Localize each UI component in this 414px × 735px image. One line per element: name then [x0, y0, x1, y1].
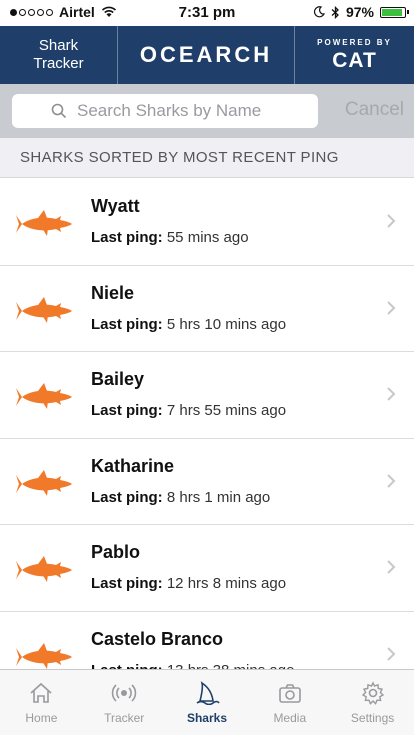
tab-settings[interactable]: Settings: [331, 670, 414, 735]
shark-name: Katharine: [91, 455, 175, 476]
last-ping-value: 55 mins ago: [166, 229, 249, 246]
last-ping-value: 8 hrs 1 min ago: [166, 488, 271, 506]
search-field[interactable]: [12, 94, 318, 128]
shark-icon: [16, 642, 72, 669]
shark-row[interactable]: Bailey Last ping: 7 hrs 55 mins ago: [0, 352, 414, 439]
shark-row[interactable]: Castelo Branco Last ping: 13 hrs 38 mins…: [0, 612, 414, 670]
shark-icon: [16, 383, 72, 409]
search-bar: Cancel: [0, 84, 414, 138]
app-header: Shark Tracker OCEARCH POWERED BY CAT: [0, 26, 414, 84]
chevron-right-icon: [387, 300, 396, 315]
chevron-right-icon: [387, 214, 396, 228]
last-ping: Last ping: 55 mins ago: [91, 229, 249, 246]
battery-percent: 97%: [345, 4, 374, 20]
shark-name: Bailey: [91, 369, 145, 389]
battery-icon: [380, 6, 409, 18]
last-ping-label: Last ping:: [91, 315, 163, 333]
tab-media[interactable]: Media: [248, 670, 331, 735]
shark-row[interactable]: Wyatt Last ping: 55 mins ago: [0, 179, 414, 266]
app-title-line1: Shark: [38, 37, 79, 54]
chevron-right-icon: [387, 646, 396, 661]
chevron-right-icon: [387, 473, 396, 488]
search-icon: [51, 103, 67, 119]
tab-label: Settings: [350, 710, 395, 725]
shark-list[interactable]: Wyatt Last ping: 55 mins ago Niele Last …: [0, 179, 414, 669]
shark-row[interactable]: Pablo Last ping: 12 hrs 8 mins ago: [0, 525, 414, 612]
last-ping-label: Last ping:: [91, 229, 163, 246]
camera-icon: [278, 683, 301, 703]
home-icon: [30, 682, 52, 703]
tab-sharks[interactable]: Sharks: [166, 670, 249, 735]
last-ping: Last ping: 13 hrs 38 mins ago: [91, 662, 294, 670]
tab-label: Home: [25, 710, 58, 725]
tab-label: Tracker: [104, 710, 145, 725]
last-ping: Last ping: 8 hrs 1 min ago: [91, 489, 270, 506]
app-title: Shark Tracker: [0, 26, 118, 84]
tab-label: Media: [273, 710, 307, 725]
status-bar: Airtel 7:31 pm 97%: [0, 0, 414, 26]
last-ping-label: Last ping:: [91, 402, 163, 419]
cancel-button[interactable]: Cancel: [345, 99, 404, 121]
app-title-line2: Tracker: [33, 55, 84, 72]
last-ping-value: 7 hrs 55 mins ago: [166, 402, 287, 419]
last-ping: Last ping: 12 hrs 8 mins ago: [91, 575, 286, 592]
shark-icon: [16, 210, 72, 236]
search-input[interactable]: [75, 100, 279, 122]
shark-name: Wyatt: [91, 196, 140, 216]
chevron-right-icon: [387, 560, 396, 574]
shark-fin-icon: [196, 680, 220, 705]
sponsor-logo: POWERED BY CAT: [294, 26, 414, 84]
last-ping-label: Last ping:: [91, 575, 163, 592]
shark-row[interactable]: Niele Last ping: 5 hrs 10 mins ago: [0, 266, 414, 352]
last-ping-value: 5 hrs 10 mins ago: [166, 315, 287, 333]
shark-name: Castelo Branco: [91, 628, 224, 649]
last-ping: Last ping: 7 hrs 55 mins ago: [91, 402, 286, 419]
tab-bar: Home Tracker Sharks Media Settings: [0, 669, 414, 735]
last-ping: Last ping: 5 hrs 10 mins ago: [91, 316, 286, 333]
last-ping-value: 12 hrs 8 mins ago: [166, 575, 287, 592]
tab-home[interactable]: Home: [0, 670, 83, 735]
tracker-icon: [112, 683, 137, 702]
last-ping-label: Last ping:: [91, 662, 163, 670]
chevron-right-icon: [387, 387, 396, 401]
last-ping-value: 13 hrs 38 mins ago: [167, 662, 295, 670]
last-ping-label: Last ping:: [91, 488, 163, 506]
bluetooth-icon: [331, 5, 339, 19]
status-right: 97%: [313, 4, 409, 20]
shark-name: Pablo: [91, 542, 141, 562]
shark-icon: [16, 469, 72, 496]
ocearch-logo: OCEARCH: [139, 42, 273, 67]
moon-icon: [313, 6, 325, 18]
shark-name: Niele: [91, 282, 135, 303]
tab-label: Sharks: [186, 710, 227, 725]
shark-icon: [16, 556, 72, 582]
tab-tracker[interactable]: Tracker: [83, 670, 166, 735]
shark-row[interactable]: Katharine Last ping: 8 hrs 1 min ago: [0, 439, 414, 525]
powered-by-label: POWERED BY: [317, 37, 392, 47]
gear-icon: [361, 680, 384, 705]
cat-logo: CAT: [332, 48, 377, 72]
shark-icon: [16, 296, 72, 323]
section-header: SHARKS SORTED BY MOST RECENT PING: [0, 138, 414, 178]
